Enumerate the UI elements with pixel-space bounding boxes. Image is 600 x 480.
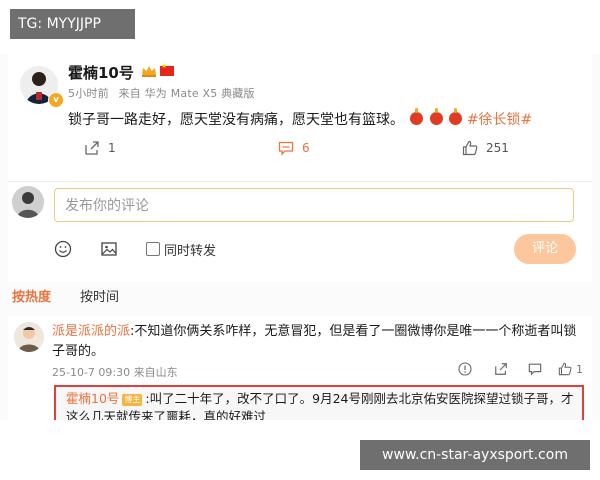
- verified-badge-icon: v: [48, 92, 64, 108]
- post-text: 锁子哥一路走好，愿天堂没有病痛，愿天堂也有篮球。: [68, 112, 404, 128]
- comment-body: 派是派派的派:不知道你俩关系咋样，无意冒犯，但是看了一圈微博你是唯一一个称逝者叫…: [52, 322, 582, 362]
- crown-icon: [142, 66, 156, 77]
- repost-checkbox-label[interactable]: 同时转发: [164, 240, 216, 259]
- tab-sort-time[interactable]: 按时间: [80, 286, 119, 305]
- comment-like-count: 1: [576, 362, 583, 376]
- hashtag-link[interactable]: #徐长锁#: [467, 112, 532, 128]
- reply-body: 霍楠10号 博主:叫了二十年了，改不了口了。9月24号刚刚去北京佑安医院探望过锁子…: [66, 390, 578, 420]
- comment-text: :不知道你俩关系咋样，无意冒犯，但是看了一圈微博你是唯一一个称逝者叫锁子哥的。: [52, 324, 577, 359]
- candle-emoji-icon: [410, 108, 424, 125]
- post-body: 锁子哥一路走好，愿天堂没有病痛，愿天堂也有篮球。 #徐长锁#: [68, 108, 532, 129]
- author-badge: 博主: [122, 394, 143, 406]
- reply-author-name[interactable]: 霍楠10号: [66, 391, 119, 406]
- comment-icon: [278, 141, 294, 156]
- comment-actions: 1: [458, 362, 588, 380]
- weibo-screenshot: v 霍楠10号 5小时前 来自 华为 Mate X5 典藏版 锁子哥一路走好，愿…: [0, 54, 600, 420]
- comment-sort-tabs: 按热度 按时间: [8, 286, 592, 308]
- submit-comment-button[interactable]: 评论: [514, 234, 576, 264]
- comment-like-button[interactable]: 1: [558, 362, 583, 376]
- post-time[interactable]: 5小时前: [68, 87, 109, 100]
- share-icon: [495, 363, 507, 375]
- china-flag-icon: [160, 62, 174, 76]
- comment-composer: 发布你的评论 同时转发 评论: [8, 182, 592, 282]
- author-name[interactable]: 霍楠10号: [68, 62, 134, 83]
- highlighted-reply: 霍楠10号 博主:叫了二十年了，改不了口了。9月24号刚刚去北京佑安医院探望过锁子…: [54, 385, 584, 420]
- comment-input[interactable]: 发布你的评论: [54, 188, 574, 222]
- image-icon[interactable]: [100, 240, 118, 258]
- comment-meta: 25-10-7 09:30 来自山东: [52, 366, 178, 379]
- post-meta: 5小时前 来自 华为 Mate X5 典藏版: [68, 85, 261, 101]
- comment-count: 6: [302, 141, 310, 155]
- thumbs-up-icon: [558, 362, 572, 376]
- like-count: 251: [486, 141, 509, 155]
- like-button[interactable]: 251: [462, 140, 509, 156]
- emoji-icon[interactable]: [54, 240, 72, 258]
- commenter-name[interactable]: 派是派派的派: [52, 324, 130, 339]
- commenter-avatar[interactable]: [14, 322, 44, 352]
- post-card: v 霍楠10号 5小时前 来自 华为 Mate X5 典藏版 锁子哥一路走好，愿…: [8, 54, 592, 182]
- comment-item: 派是派派的派:不知道你俩关系咋样，无意冒犯，但是看了一圈微博你是唯一一个称逝者叫…: [8, 316, 592, 420]
- post-action-bar: 1 6 251: [8, 138, 592, 164]
- comment-button[interactable]: 6: [278, 140, 310, 156]
- comment-info-button[interactable]: [458, 362, 472, 376]
- watermark-bottom-right: www.cn-star-ayxsport.com: [360, 440, 590, 470]
- post-source: 来自 华为 Mate X5 典藏版: [118, 87, 255, 100]
- share-icon: [85, 141, 99, 155]
- repost-button[interactable]: 1: [84, 140, 116, 156]
- repost-checkbox[interactable]: [146, 242, 160, 256]
- page: v 霍楠10号 5小时前 来自 华为 Mate X5 典藏版 锁子哥一路走好，愿…: [0, 0, 600, 480]
- comment-share-button[interactable]: [494, 362, 508, 376]
- my-avatar: [12, 186, 44, 218]
- candle-emoji-icon: [429, 108, 443, 125]
- thumbs-up-icon: [462, 140, 478, 156]
- info-icon: [458, 362, 472, 376]
- candle-emoji-icon: [449, 108, 463, 125]
- reply-text: :叫了二十年了，改不了口了。9月24号刚刚去北京佑安医院探望过锁子哥，才这么几天…: [66, 391, 574, 420]
- comment-icon: [528, 363, 542, 376]
- watermark-top-left: TG: MYYJJPP: [10, 9, 135, 39]
- tab-sort-hot[interactable]: 按热度: [12, 286, 51, 305]
- repost-count: 1: [108, 141, 116, 155]
- comment-reply-button[interactable]: [528, 362, 542, 376]
